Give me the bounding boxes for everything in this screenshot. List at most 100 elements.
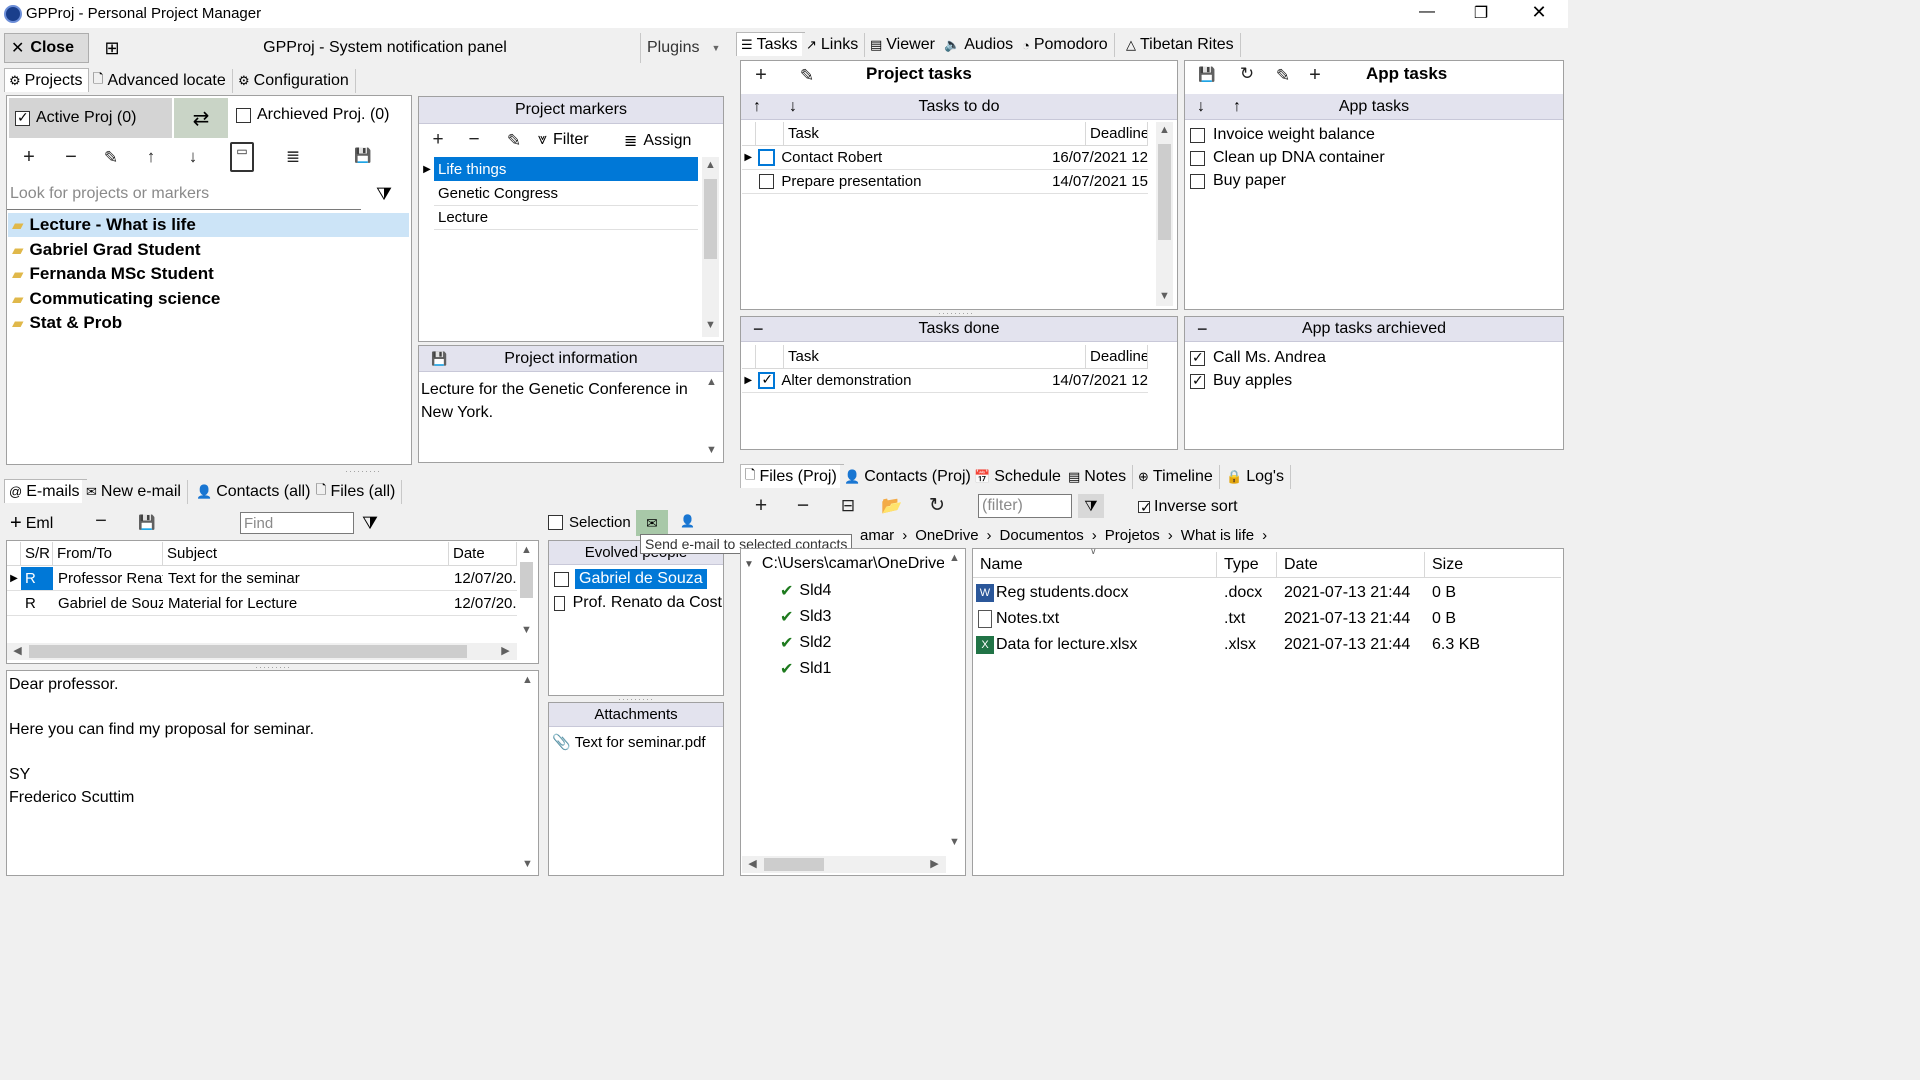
tab-files-proj[interactable]: 🗋 Files (Proj) — [740, 464, 844, 488]
tree-item[interactable]: ✔ Sld1 — [780, 658, 831, 680]
active-proj-checkbox[interactable] — [15, 109, 30, 126]
add-task-icon[interactable]: + — [750, 64, 772, 87]
splitter-handle[interactable]: ········· — [345, 466, 381, 476]
email-scrollbar-v[interactable]: ▲ ▼ — [518, 542, 535, 640]
tree-scrollbar-v[interactable]: ▲ ▼ — [946, 550, 963, 854]
app-task-checkbox[interactable] — [1190, 150, 1205, 166]
sort-up-icon[interactable]: ↑ — [753, 98, 761, 116]
todo-scrollbar[interactable]: ▲ ▼ — [1156, 122, 1173, 306]
save-project-icon[interactable]: 💾 — [352, 147, 374, 164]
email-find-input[interactable]: Find — [240, 512, 354, 534]
edit-app-task-icon[interactable]: ✎ — [1272, 66, 1294, 86]
tab-contacts-all[interactable]: 👤 Contacts (all) — [192, 480, 318, 504]
breadcrumb-item[interactable]: amar — [860, 527, 894, 544]
file-row[interactable]: X Data for lecture.xlsx .xlsx 2021-07-13… — [976, 633, 1560, 657]
edit-marker-icon[interactable]: ✎ — [504, 131, 524, 151]
tab-files-all[interactable]: 🗋 Files (all) — [312, 480, 403, 504]
remove-file-icon[interactable]: − — [792, 494, 814, 518]
project-item[interactable]: ▰ Stat & Prob — [8, 311, 409, 335]
tree-item[interactable]: ✔ Sld4 — [780, 580, 831, 602]
move-up-icon[interactable]: ↑ — [140, 147, 162, 167]
selection-checkbox[interactable] — [548, 515, 563, 530]
app-task-item[interactable]: Invoice weight balance — [1190, 124, 1375, 146]
project-info-text[interactable]: Lecture for the Genetic Conference in Ne… — [421, 378, 699, 424]
app-task-item[interactable]: Buy paper — [1190, 170, 1286, 192]
tree-view-icon[interactable]: ⊟ — [836, 496, 860, 516]
clear-filter-icon[interactable]: ⧩ — [1078, 494, 1104, 518]
plugins-dropdown[interactable]: Plugins ▼ — [640, 33, 726, 63]
tab-timeline[interactable]: ⊕ Timeline — [1134, 465, 1220, 489]
splitter-handle[interactable]: ········· — [618, 694, 654, 704]
selection-toggle[interactable]: Selection — [548, 514, 631, 531]
tab-tibetan-rites[interactable]: △ Tibetan Rites — [1122, 33, 1241, 57]
tab-projects[interactable]: ⚙ Projects — [4, 68, 90, 92]
col-task[interactable]: Task — [784, 122, 1086, 145]
email-row[interactable]: ▶ R Professor Renat Text for the seminar… — [7, 567, 517, 591]
device-icon[interactable]: ▭ — [230, 142, 254, 172]
tree-item[interactable]: ✔ Sld3 — [780, 606, 831, 628]
col-deadline[interactable]: Deadline — [1086, 345, 1148, 368]
app-task-checkbox[interactable] — [1190, 127, 1205, 143]
add-email-button[interactable]: + Eml — [10, 512, 53, 535]
project-item[interactable]: ▰ Fernanda MSc Student — [8, 262, 409, 286]
archived-task-checkbox[interactable] — [1190, 372, 1205, 389]
email-row[interactable]: R Gabriel de Souz Material for Lecture 1… — [7, 592, 517, 616]
edit-task-icon[interactable]: ✎ — [796, 66, 818, 86]
file-row[interactable]: W Reg students.docx .docx 2021-07-13 21:… — [976, 581, 1560, 605]
file-row[interactable]: Notes.txt .txt 2021-07-13 21:44 0 B — [976, 607, 1560, 631]
tab-pomodoro[interactable]: ◔ Pomodoro — [1018, 33, 1115, 57]
remove-email-icon[interactable]: − — [90, 510, 112, 533]
tab-new-email[interactable]: ✉ New e-mail — [82, 480, 188, 504]
contact-item[interactable]: Gabriel de Souza — [554, 568, 722, 590]
splitter-handle[interactable]: ········· — [938, 308, 974, 318]
task-checkbox[interactable] — [759, 174, 775, 189]
tab-links[interactable]: ↗ Links — [802, 33, 866, 57]
archived-task-item[interactable]: Buy apples — [1190, 370, 1292, 392]
tab-viewer[interactable]: ▤ Viewer — [866, 33, 942, 57]
marker-item[interactable]: Lecture — [434, 206, 698, 230]
col-date[interactable]: Date — [1277, 552, 1425, 577]
add-project-icon[interactable]: + — [18, 146, 40, 169]
tab-logs[interactable]: 🔒 Log's — [1222, 465, 1291, 489]
save-info-icon[interactable]: 💾 — [431, 351, 447, 367]
contact-checkbox[interactable] — [554, 595, 565, 611]
swap-arrows-icon[interactable]: ⇄ — [174, 98, 228, 138]
project-search-input[interactable]: Look for projects or markers — [7, 178, 361, 210]
tab-tasks[interactable]: ☰ Tasks — [736, 32, 805, 56]
remove-marker-icon[interactable]: − — [464, 129, 484, 151]
email-body-scrollbar[interactable]: ▲ ▼ — [519, 672, 536, 874]
col-deadline[interactable]: Deadline — [1086, 122, 1148, 145]
grid-icon[interactable]: ⊞ — [96, 33, 128, 63]
archived-proj-toggle[interactable]: Archieved Proj. (0) — [236, 106, 390, 124]
tab-advanced-locate[interactable]: 🗋 Advanced locate — [89, 69, 233, 93]
email-body[interactable]: Dear professor. Here you can find my pro… — [9, 674, 509, 810]
task-checkbox[interactable] — [758, 371, 776, 389]
file-filter-input[interactable]: (filter) — [978, 494, 1072, 518]
contact-checkbox[interactable] — [554, 571, 569, 587]
remove-project-icon[interactable]: − — [60, 146, 82, 169]
app-task-item[interactable]: Clean up DNA container — [1190, 147, 1385, 169]
breadcrumb-item[interactable]: Projetos — [1105, 527, 1160, 544]
tab-notes[interactable]: ▤ Notes — [1064, 465, 1134, 489]
filter-funnel-icon[interactable]: ⧩ — [376, 184, 392, 205]
restore-button[interactable]: ❐ — [1466, 3, 1496, 23]
sort-up-icon[interactable]: ↑ — [1233, 98, 1241, 116]
archived-task-item[interactable]: Call Ms. Andrea — [1190, 347, 1326, 369]
task-checkbox[interactable] — [758, 149, 776, 166]
tree-scrollbar-h[interactable]: ◀ ▶ — [742, 856, 946, 873]
move-down-icon[interactable]: ↓ — [182, 147, 204, 167]
breadcrumb-item[interactable]: What is life — [1181, 527, 1254, 544]
send-email-icon[interactable]: ✉ — [636, 510, 668, 536]
marker-filter-button[interactable]: ⩔ Filter — [538, 131, 589, 149]
add-file-icon[interactable]: + — [750, 494, 772, 518]
col-sr[interactable]: S/R — [21, 542, 53, 565]
contact-item[interactable]: Prof. Renato da Cost — [554, 592, 722, 614]
list-icon[interactable]: ≣ — [282, 147, 304, 167]
edit-project-icon[interactable]: ✎ — [100, 148, 122, 168]
project-item[interactable]: ▰ Commuticating science — [8, 287, 409, 311]
inverse-sort-toggle[interactable]: Inverse sort — [1138, 498, 1238, 516]
app-task-checkbox[interactable] — [1190, 173, 1205, 189]
tab-schedule[interactable]: 📅 Schedule — [970, 465, 1068, 489]
splitter-handle[interactable]: ········· — [255, 662, 291, 672]
tree-root[interactable]: ▼ C:\Users\camar\OneDrive — [744, 553, 944, 575]
